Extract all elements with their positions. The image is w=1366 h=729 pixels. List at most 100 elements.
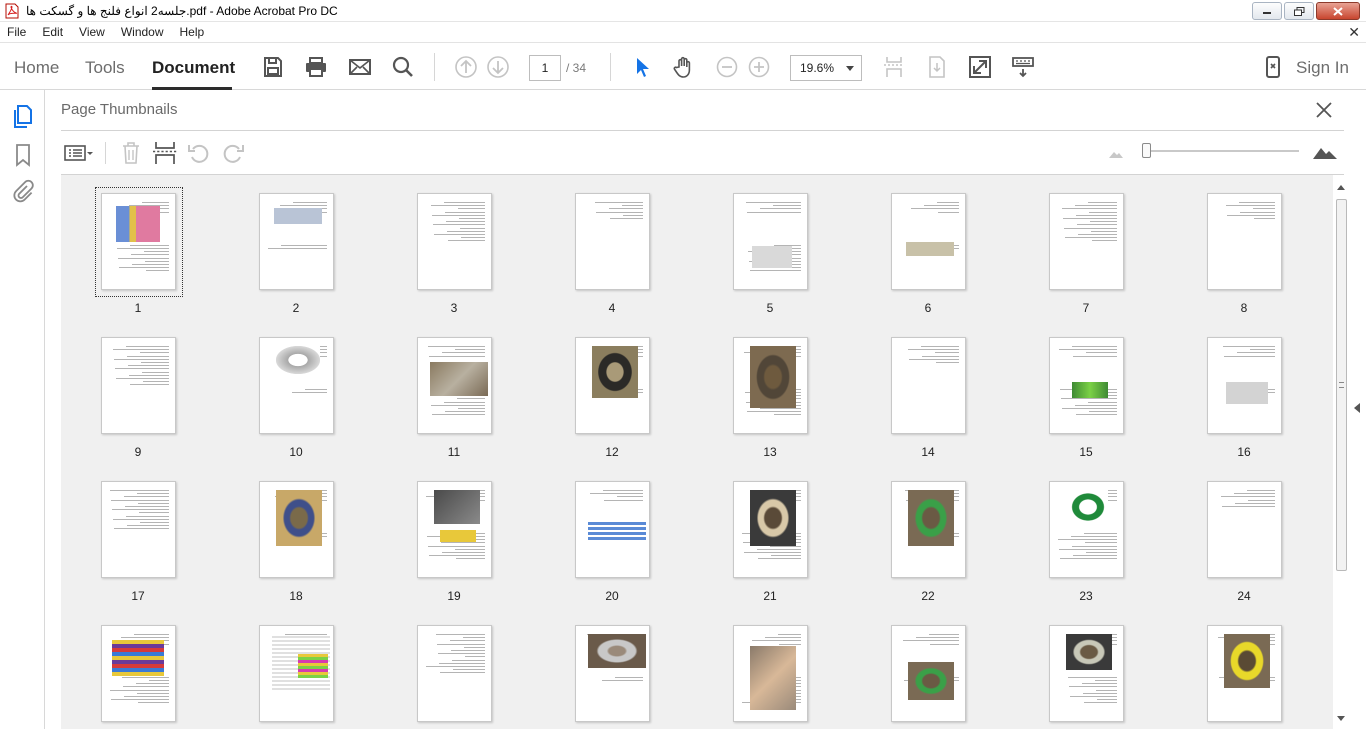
mobile-link-button[interactable] (1259, 53, 1287, 81)
text-line (747, 411, 801, 413)
text-line (136, 683, 169, 685)
trash-icon[interactable] (118, 140, 144, 166)
page-thumbnail[interactable]: 19 (379, 453, 537, 603)
restore-button[interactable] (1284, 2, 1314, 20)
envelope-icon (349, 59, 371, 75)
page-thumbnail[interactable]: 10 (221, 309, 379, 459)
page-thumbnail[interactable]: 14 (853, 309, 1011, 459)
single-page-button[interactable] (923, 53, 951, 81)
page-thumbnail[interactable]: 16 (1169, 309, 1327, 459)
page-thumbnail[interactable]: 21 (695, 453, 853, 603)
text-line (442, 352, 485, 354)
page-thumbnail[interactable]: 9 (63, 309, 221, 459)
thumbnail-options-icon[interactable] (63, 140, 95, 166)
text-line (1069, 686, 1117, 688)
text-line (622, 205, 643, 207)
tab-tools[interactable]: Tools (85, 58, 125, 78)
text-line (126, 346, 169, 347)
menu-view[interactable]: View (71, 25, 113, 39)
read-mode-button[interactable] (1009, 53, 1037, 81)
page-thumbnail[interactable]: 24 (1169, 453, 1327, 603)
text-line (610, 218, 643, 219)
page-thumbnail[interactable]: 25 (63, 597, 221, 729)
page-thumbnail[interactable]: 15 (1011, 309, 1169, 459)
thumbnails-scroll-area[interactable]: 1234567891011121314151617181920212223242… (61, 175, 1333, 729)
full-screen-button[interactable] (966, 53, 994, 81)
text-line (1221, 496, 1275, 498)
print-button[interactable] (302, 53, 330, 81)
scroll-up-arrow-icon[interactable] (1337, 185, 1345, 190)
page-number-input[interactable]: 1 (529, 55, 561, 81)
next-page-button[interactable] (484, 53, 512, 81)
page-thumbnail[interactable]: 28 (537, 597, 695, 729)
email-button[interactable] (346, 53, 374, 81)
page-thumbnail[interactable]: 1 (63, 175, 221, 315)
thumbnail-size-slider-thumb[interactable] (1142, 143, 1151, 158)
menu-edit[interactable]: Edit (34, 25, 71, 39)
menu-window[interactable]: Window (113, 25, 172, 39)
page-thumbnail[interactable]: 7 (1011, 175, 1169, 315)
text-line (916, 637, 959, 639)
page-thumbnail[interactable]: 26 (221, 597, 379, 729)
zoom-level-select[interactable]: 19.6% (790, 55, 862, 81)
menu-file[interactable]: File (0, 25, 34, 39)
page-thumbnail[interactable]: 2 (221, 175, 379, 315)
right-pane-toggle-icon[interactable] (1354, 403, 1360, 413)
zoom-in-button[interactable] (745, 53, 773, 81)
zoom-out-button[interactable] (713, 53, 741, 81)
select-tool-button[interactable] (628, 53, 656, 81)
page-thumbnail[interactable]: 3 (379, 175, 537, 315)
bookmark-icon[interactable] (10, 142, 36, 168)
page-thumbnail[interactable]: 11 (379, 309, 537, 459)
page-thumbnail[interactable]: 8 (1169, 175, 1327, 315)
paperclip-icon[interactable] (10, 178, 36, 204)
vertical-scrollbar[interactable] (1335, 185, 1347, 721)
page-thumbnail[interactable]: 31 (1011, 597, 1169, 729)
rotate-left-icon[interactable] (186, 140, 212, 166)
page-thumbnail[interactable]: 6 (853, 175, 1011, 315)
page-thumbnail[interactable]: 32 (1169, 597, 1327, 729)
page-thumbnail[interactable]: 17 (63, 453, 221, 603)
close-window-button[interactable] (1316, 2, 1360, 20)
text-line (615, 676, 643, 678)
scrolling-mode-button[interactable] (880, 53, 908, 81)
page-thumbnail[interactable]: 12 (537, 309, 695, 459)
page-preview (417, 193, 492, 290)
close-icon[interactable] (1314, 100, 1334, 120)
text-line (137, 692, 169, 694)
large-mountain-icon[interactable] (1312, 142, 1338, 160)
save-button[interactable] (259, 53, 287, 81)
insert-pages-icon[interactable] (152, 140, 178, 166)
close-document-icon[interactable]: ✕ (1348, 24, 1360, 41)
page-thumbnail[interactable]: 22 (853, 453, 1011, 603)
page-view-icon (929, 56, 945, 78)
thumbnail-size-slider-track[interactable] (1149, 150, 1299, 152)
page-thumbnail[interactable]: 29 (695, 597, 853, 729)
page-thumbnail[interactable]: 20 (537, 453, 695, 603)
page-image (430, 362, 488, 396)
hand-tool-button[interactable] (670, 53, 698, 81)
page-thumbnail[interactable]: 18 (221, 453, 379, 603)
page-preview (259, 193, 334, 290)
main-toolbar: Home Tools Document 1 / 34 19.6% Sign In (0, 42, 1366, 90)
menu-help[interactable]: Help (172, 25, 213, 39)
minimize-button[interactable] (1252, 2, 1282, 20)
small-mountain-icon[interactable] (1108, 146, 1124, 160)
find-button[interactable] (389, 53, 417, 81)
page-thumbnail[interactable]: 23 (1011, 453, 1169, 603)
text-line (428, 346, 485, 347)
page-thumbnail[interactable]: 13 (695, 309, 853, 459)
page-thumbnails-icon[interactable] (10, 104, 36, 130)
scrollbar-thumb[interactable] (1336, 199, 1347, 571)
tab-home[interactable]: Home (14, 58, 59, 78)
previous-page-button[interactable] (452, 53, 480, 81)
scroll-down-arrow-icon[interactable] (1337, 716, 1345, 721)
rotate-right-icon[interactable] (220, 140, 246, 166)
text-line (1096, 689, 1117, 691)
page-thumbnail[interactable]: 4 (537, 175, 695, 315)
page-thumbnail[interactable]: 5 (695, 175, 853, 315)
page-thumbnail[interactable]: 27 (379, 597, 537, 729)
sign-in-link[interactable]: Sign In (1296, 58, 1349, 78)
page-thumbnail[interactable]: 30 (853, 597, 1011, 729)
tab-document[interactable]: Document (152, 58, 235, 78)
